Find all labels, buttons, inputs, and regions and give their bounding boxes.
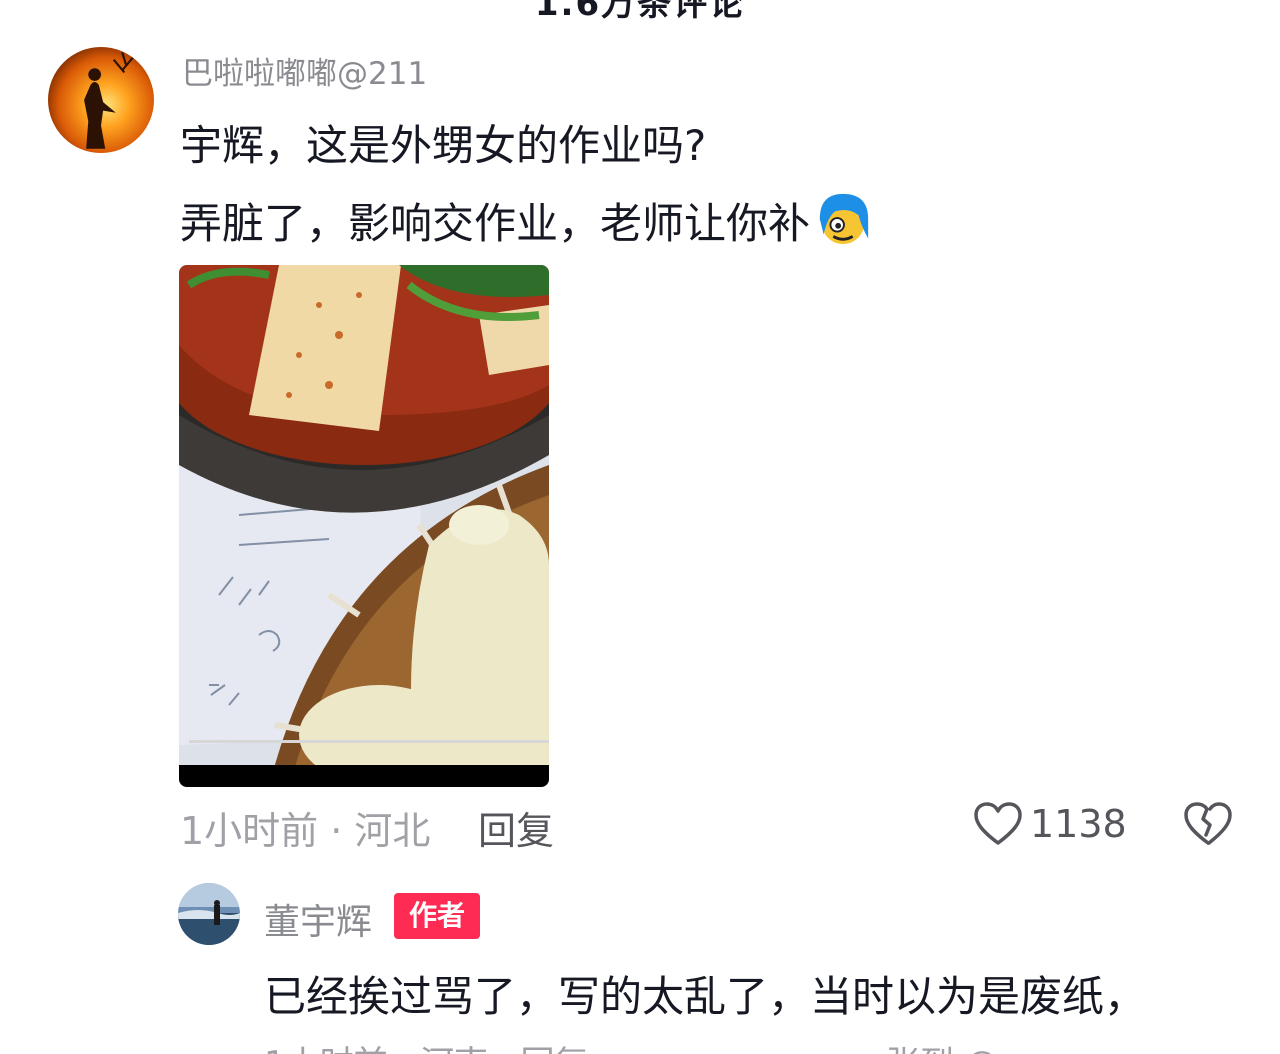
comment-text-line-2-label: 弄脏了，影响交作业，老师让你补	[180, 199, 811, 248]
broken-heart-icon[interactable]	[1182, 799, 1234, 851]
reply-text: 已经挨过骂了，写的太乱了，当时以为是废纸，	[264, 972, 1147, 1021]
blue-hair-face-emoji-icon	[814, 190, 872, 248]
comment-video-thumbnail[interactable]	[179, 265, 549, 787]
heart-outline-icon[interactable]	[972, 799, 1024, 851]
reply-button[interactable]: 回复	[478, 800, 554, 855]
comment-text-line-1: 宇辉，这是外甥女的作业吗?	[180, 121, 707, 170]
commenter-avatar[interactable]	[48, 47, 154, 153]
comment-text-line-2: 弄脏了，影响交作业，老师让你补	[180, 190, 872, 251]
commenter-username[interactable]: 巴啦啦嘟嘟@211	[182, 48, 427, 93]
comments-count-title: 1.6万条评论	[534, 0, 746, 24]
seaside-person-avatar-image	[178, 883, 240, 945]
author-username[interactable]: 董宇辉	[264, 893, 372, 945]
sunset-silhouette-avatar-image	[48, 47, 154, 153]
comment-time-location: 1小时前 · 河北	[180, 809, 431, 853]
author-avatar[interactable]	[178, 883, 240, 945]
reply-meta-partial: 1小时前 · 河南 · 回复	[264, 1036, 588, 1054]
author-badge: 作者	[394, 893, 480, 939]
video-progress-bar[interactable]	[189, 740, 549, 743]
reply-right-partial: 张到 @	[886, 1036, 999, 1054]
food-homework-photo	[179, 265, 549, 787]
like-count: 1138	[1030, 802, 1127, 846]
